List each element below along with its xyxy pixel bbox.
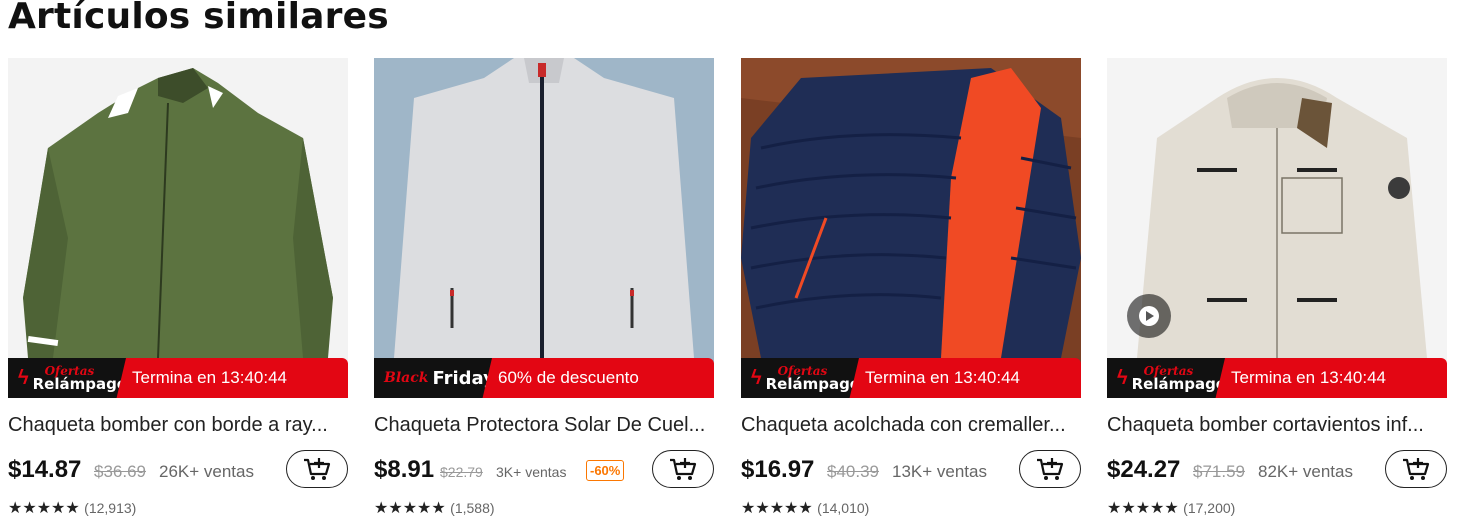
product-image[interactable]: [741, 58, 1081, 398]
discount-banner-text: 60% de descuento: [482, 358, 714, 398]
price-row: $8.91 $22.79 3K+ ventas -60%: [374, 450, 714, 494]
banner-tag-top: Black: [384, 370, 429, 386]
discount-badge: -60%: [586, 460, 625, 481]
rating: ★★★★★ (1,588): [374, 498, 495, 518]
flash-sale-tag: ϟ Ofertas Relámpago: [741, 358, 859, 398]
black-friday-banner: Black Friday 60% de descuento: [374, 358, 714, 398]
black-friday-tag: Black Friday: [374, 358, 492, 398]
countdown-text: Termina en 13:40:44: [849, 358, 1081, 398]
countdown-text: Termina en 13:40:44: [116, 358, 348, 398]
original-price: $36.69: [94, 462, 146, 481]
current-price: $14.87: [8, 456, 82, 483]
lightning-icon: ϟ: [1117, 366, 1128, 389]
rating-stars: ★★★★★: [8, 500, 80, 517]
product-name[interactable]: Chaqueta Protectora Solar De Cuel...: [374, 414, 714, 437]
lightning-icon: ϟ: [18, 366, 29, 389]
add-to-cart-button[interactable]: [652, 450, 714, 488]
sales-count: 82K+ ventas: [1258, 462, 1353, 481]
flash-sale-banner: ϟ Ofertas Relámpago Termina en 13:40:44: [8, 358, 348, 398]
product-image[interactable]: [374, 58, 714, 398]
price-row: $16.97 $40.39 13K+ ventas: [741, 450, 1081, 494]
add-to-cart-button[interactable]: [1019, 450, 1081, 488]
current-price: $16.97: [741, 456, 815, 483]
play-video-icon[interactable]: [1127, 294, 1171, 338]
current-price: $24.27: [1107, 456, 1181, 483]
add-to-cart-icon: [304, 458, 331, 480]
banner-tag-bottom: Relámpago: [1131, 374, 1227, 393]
sales-count: 13K+ ventas: [892, 462, 987, 481]
rating: ★★★★★ (17,200): [1107, 498, 1235, 518]
flash-sale-banner: ϟ Ofertas Relámpago Termina en 13:40:44: [1107, 358, 1447, 398]
banner-tag-bottom: Friday: [432, 367, 495, 389]
flash-sale-tag: ϟ Ofertas Relámpago: [8, 358, 126, 398]
flash-sale-tag: ϟ Ofertas Relámpago: [1107, 358, 1225, 398]
current-price: $8.91: [374, 456, 435, 483]
rating: ★★★★★ (14,010): [741, 498, 869, 518]
product-grid: ϟ Ofertas Relámpago Termina en 13:40:44 …: [8, 58, 1448, 518]
rating-stars: ★★★★★: [741, 500, 813, 517]
add-to-cart-button[interactable]: [286, 450, 348, 488]
lightning-icon: ϟ: [751, 366, 762, 389]
banner-tag-bottom: Relámpago: [765, 374, 861, 393]
sales-count: 3K+ ventas: [496, 464, 567, 480]
product-image[interactable]: [1107, 58, 1447, 398]
rating-count: (1,588): [450, 500, 495, 516]
product-name[interactable]: Chaqueta acolchada con cremaller...: [741, 414, 1081, 437]
price-row: $24.27 $71.59 82K+ ventas: [1107, 450, 1447, 494]
countdown-text: Termina en 13:40:44: [1215, 358, 1447, 398]
section-title: Artículos similares: [8, 0, 389, 37]
rating-count: (14,010): [817, 500, 870, 516]
original-price: $71.59: [1193, 462, 1245, 481]
rating-stars: ★★★★★: [1107, 500, 1179, 517]
product-image[interactable]: [8, 58, 348, 398]
add-to-cart-icon: [1403, 458, 1430, 480]
add-to-cart-button[interactable]: [1385, 450, 1447, 488]
sales-count: 26K+ ventas: [159, 462, 254, 481]
flash-sale-banner: ϟ Ofertas Relámpago Termina en 13:40:44: [741, 358, 1081, 398]
price-row: $14.87 $36.69 26K+ ventas: [8, 450, 348, 494]
rating-count: (12,913): [84, 500, 137, 516]
add-to-cart-icon: [670, 458, 697, 480]
original-price: $22.79: [440, 464, 483, 480]
product-name[interactable]: Chaqueta bomber cortavientos inf...: [1107, 414, 1447, 437]
product-name[interactable]: Chaqueta bomber con borde a ray...: [8, 414, 348, 437]
original-price: $40.39: [827, 462, 879, 481]
add-to-cart-icon: [1037, 458, 1064, 480]
rating: ★★★★★ (12,913): [8, 498, 136, 518]
banner-tag-bottom: Relámpago: [32, 374, 128, 393]
rating-count: (17,200): [1183, 500, 1236, 516]
rating-stars: ★★★★★: [374, 500, 446, 517]
